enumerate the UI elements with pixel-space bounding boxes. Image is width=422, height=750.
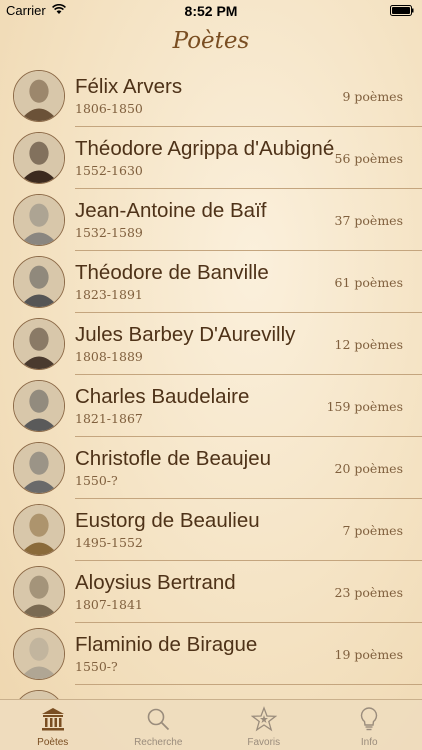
poet-avatar xyxy=(13,256,65,308)
poet-name: Christofle de Beaujeu xyxy=(75,447,272,470)
poet-dates: 1552-1630 xyxy=(75,163,143,178)
poem-count: 7 poèmes xyxy=(342,523,403,538)
tab-recherche[interactable]: Recherche xyxy=(106,700,212,750)
poet-row[interactable]: Flaminio de Birague 1550-? 19 poèmes xyxy=(0,623,422,685)
poet-avatar xyxy=(13,380,65,432)
poem-count: 20 poèmes xyxy=(334,461,403,476)
poet-name: Théodore de Banville xyxy=(75,261,269,284)
building-icon xyxy=(41,708,64,731)
poet-name: Charles Baudelaire xyxy=(75,385,250,408)
poet-avatar xyxy=(13,628,65,680)
portrait-icon xyxy=(14,257,64,307)
poem-count: 56 poèmes xyxy=(334,151,403,166)
portrait-icon xyxy=(14,133,64,183)
portrait-icon xyxy=(14,443,64,493)
poet-dates: 1808-1889 xyxy=(75,349,143,364)
poet-dates: 1821-1867 xyxy=(75,411,143,426)
poem-count: 61 poèmes xyxy=(334,275,403,290)
tab-bar: Poètes Recherche Favoris Info xyxy=(0,699,422,750)
star-icon xyxy=(250,706,277,732)
poet-name: Eustorg de Beaulieu xyxy=(75,509,260,532)
poet-dates: 1806-1850 xyxy=(75,101,143,116)
poet-row[interactable]: Aloysius Bertrand 1807-1841 23 poèmes xyxy=(0,561,422,623)
poet-avatar xyxy=(13,318,65,370)
tab-favoris[interactable]: Favoris xyxy=(211,700,317,750)
tab-label-info: Info xyxy=(360,737,378,748)
battery-icon xyxy=(390,5,414,16)
portrait-icon xyxy=(14,71,64,121)
portrait-icon xyxy=(14,567,64,617)
poet-avatar xyxy=(13,566,65,618)
poet-dates: 1532-1589 xyxy=(75,225,143,240)
poet-name: Félix Arvers xyxy=(75,75,183,98)
poet-avatar xyxy=(13,442,65,494)
clock: 8:52 PM xyxy=(184,3,238,19)
poet-dates: 1495-1552 xyxy=(75,535,143,550)
poet-row[interactable]: Christofle de Beaujeu 1550-? 20 poèmes xyxy=(0,437,422,499)
poet-name: Théodore Agrippa d'Aubigné xyxy=(75,137,335,160)
tab-info[interactable]: Info xyxy=(317,700,422,750)
portrait-icon xyxy=(14,381,64,431)
portrait-icon xyxy=(14,505,64,555)
poet-row[interactable]: Jules Barbey D'Aurevilly 1808-1889 12 poèm… xyxy=(0,313,422,375)
status-bar: Carrier 8:52 PM xyxy=(0,0,422,22)
poet-row[interactable] xyxy=(0,685,422,700)
poet-avatar xyxy=(13,70,65,122)
poem-count: 159 poèmes xyxy=(326,399,403,414)
poet-row[interactable]: Théodore Agrippa d'Aubigné 1552-1630 56 po… xyxy=(0,127,422,189)
lightbulb-icon xyxy=(361,707,378,731)
poet-row[interactable]: Eustorg de Beaulieu 1495-1552 7 poèmes xyxy=(0,499,422,561)
poet-dates: 1823-1891 xyxy=(75,287,143,302)
poem-count: 37 poèmes xyxy=(334,213,403,228)
poet-name: Flaminio de Birague xyxy=(75,633,258,656)
poet-list[interactable]: Félix Arvers 1806-1850 9 poèmes Théodore Ag… xyxy=(0,65,422,700)
portrait-icon xyxy=(14,629,64,679)
tab-label-recherche: Recherche xyxy=(134,737,183,748)
poet-dates: 1550-? xyxy=(75,473,118,488)
poet-name: Aloysius Bertrand xyxy=(75,571,236,594)
poet-avatar xyxy=(13,194,65,246)
poet-avatar xyxy=(13,132,65,184)
poet-name: Jean-Antoine de Baïf xyxy=(75,199,267,222)
poem-count: 9 poèmes xyxy=(342,89,403,104)
poet-dates: 1550-? xyxy=(75,659,118,674)
tab-label-poetes: Poètes xyxy=(37,737,69,748)
page-title: Poètes xyxy=(172,28,250,54)
portrait-icon xyxy=(14,319,64,369)
search-icon xyxy=(147,708,170,731)
poem-count: 23 poèmes xyxy=(334,585,403,600)
tab-poetes[interactable]: Poètes xyxy=(0,700,106,750)
poet-row[interactable]: Théodore de Banville 1823-1891 61 poèmes xyxy=(0,251,422,313)
tab-label-favoris: Favoris xyxy=(247,737,281,748)
portrait-icon xyxy=(14,195,64,245)
poet-row[interactable]: Jean-Antoine de Baïf 1532-1589 37 poèmes xyxy=(0,189,422,251)
poet-dates: 1807-1841 xyxy=(75,597,143,612)
poet-avatar xyxy=(13,504,65,556)
poet-name: Jules Barbey D'Aurevilly xyxy=(75,323,296,346)
poem-count: 12 poèmes xyxy=(334,337,403,352)
poet-row[interactable]: Félix Arvers 1806-1850 9 poèmes xyxy=(0,65,422,127)
poem-count: 19 poèmes xyxy=(334,647,403,662)
poet-row[interactable]: Charles Baudelaire 1821-1867 159 poèmes xyxy=(0,375,422,437)
